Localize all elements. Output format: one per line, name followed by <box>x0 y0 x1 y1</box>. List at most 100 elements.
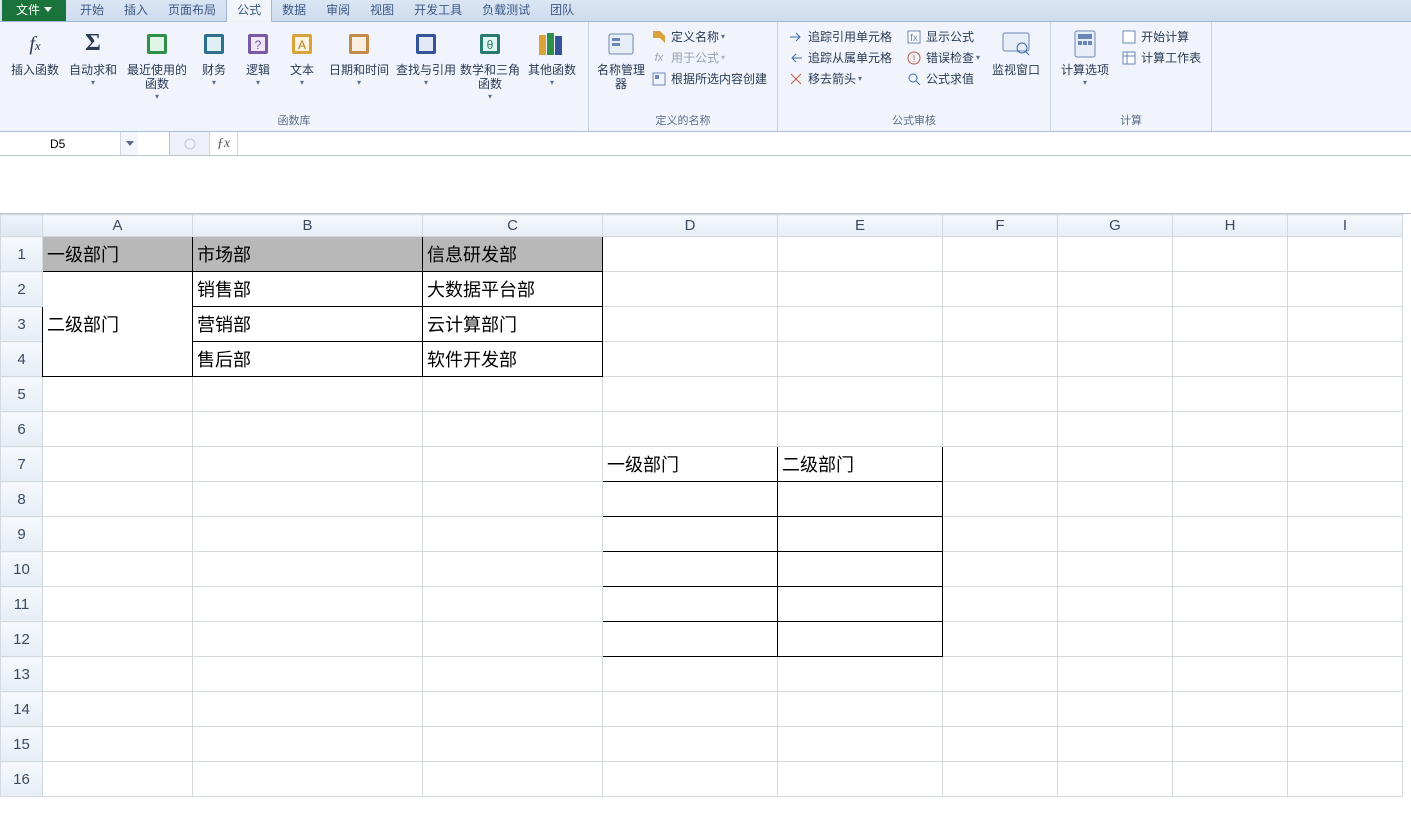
cell-F10[interactable] <box>943 552 1058 587</box>
file-tab[interactable]: 文件 <box>2 0 66 21</box>
cell-F12[interactable] <box>943 622 1058 657</box>
cell-F11[interactable] <box>943 587 1058 622</box>
cell-B2[interactable]: 销售部 <box>193 272 423 307</box>
cell-A13[interactable] <box>43 657 193 692</box>
cell-C5[interactable] <box>423 377 603 412</box>
cell-G12[interactable] <box>1058 622 1173 657</box>
cell-G16[interactable] <box>1058 762 1173 797</box>
cell-B7[interactable] <box>193 447 423 482</box>
col-header-D[interactable]: D <box>603 215 778 237</box>
datetime-button[interactable]: 日期和时间 ▾ <box>324 26 394 89</box>
cell-F6[interactable] <box>943 412 1058 447</box>
tab-pagelayout[interactable]: 页面布局 <box>158 0 226 21</box>
tab-data[interactable]: 数据 <box>272 0 316 21</box>
row-header-16[interactable]: 16 <box>1 762 43 797</box>
col-header-A[interactable]: A <box>43 215 193 237</box>
cell-D7[interactable]: 一级部门 <box>603 447 778 482</box>
name-box-dropdown[interactable] <box>120 132 138 155</box>
cell-H13[interactable] <box>1173 657 1288 692</box>
cell-G9[interactable] <box>1058 517 1173 552</box>
col-header-E[interactable]: E <box>778 215 943 237</box>
cell-F8[interactable] <box>943 482 1058 517</box>
cell-D1[interactable] <box>603 237 778 272</box>
cell-A9[interactable] <box>43 517 193 552</box>
cell-E13[interactable] <box>778 657 943 692</box>
cell-F2[interactable] <box>943 272 1058 307</box>
cell-I4[interactable] <box>1288 342 1403 377</box>
cell-C4[interactable]: 软件开发部 <box>423 342 603 377</box>
cell-H2[interactable] <box>1173 272 1288 307</box>
cell-B10[interactable] <box>193 552 423 587</box>
tab-insert[interactable]: 插入 <box>114 0 158 21</box>
cell-A5[interactable] <box>43 377 193 412</box>
cell-H4[interactable] <box>1173 342 1288 377</box>
cell-D5[interactable] <box>603 377 778 412</box>
col-header-G[interactable]: G <box>1058 215 1173 237</box>
cell-A15[interactable] <box>43 727 193 762</box>
cell-F4[interactable] <box>943 342 1058 377</box>
define-name-button[interactable]: 定义名称▾ <box>647 26 771 47</box>
row-header-5[interactable]: 5 <box>1 377 43 412</box>
cell-C1[interactable]: 信息研发部 <box>423 237 603 272</box>
cell-G14[interactable] <box>1058 692 1173 727</box>
cell-E10[interactable] <box>778 552 943 587</box>
calculate-now-button[interactable]: 开始计算 <box>1117 26 1205 47</box>
cell-I10[interactable] <box>1288 552 1403 587</box>
tab-team[interactable]: 团队 <box>540 0 584 21</box>
cell-B9[interactable] <box>193 517 423 552</box>
row-header-14[interactable]: 14 <box>1 692 43 727</box>
cell-C8[interactable] <box>423 482 603 517</box>
cell-G11[interactable] <box>1058 587 1173 622</box>
cell-E5[interactable] <box>778 377 943 412</box>
row-header-6[interactable]: 6 <box>1 412 43 447</box>
row-header-8[interactable]: 8 <box>1 482 43 517</box>
cell-F13[interactable] <box>943 657 1058 692</box>
cell-G1[interactable] <box>1058 237 1173 272</box>
cell-E8[interactable] <box>778 482 943 517</box>
cell-D12[interactable] <box>603 622 778 657</box>
cell-D13[interactable] <box>603 657 778 692</box>
cell-D2[interactable] <box>603 272 778 307</box>
cell-B5[interactable] <box>193 377 423 412</box>
cell-A10[interactable] <box>43 552 193 587</box>
cell-F3[interactable] <box>943 307 1058 342</box>
cell-A14[interactable] <box>43 692 193 727</box>
cell-F1[interactable] <box>943 237 1058 272</box>
name-manager-button[interactable]: 名称管理器 <box>595 26 647 94</box>
cell-E15[interactable] <box>778 727 943 762</box>
tab-loadtest[interactable]: 负载测试 <box>472 0 540 21</box>
cell-D11[interactable] <box>603 587 778 622</box>
remove-arrows-button[interactable]: 移去箭头▾ <box>784 68 896 89</box>
cell-A6[interactable] <box>43 412 193 447</box>
cell-H8[interactable] <box>1173 482 1288 517</box>
cell-E3[interactable] <box>778 307 943 342</box>
tab-review[interactable]: 审阅 <box>316 0 360 21</box>
fx-icon[interactable]: ƒx <box>210 132 238 155</box>
cell-H16[interactable] <box>1173 762 1288 797</box>
cell-G5[interactable] <box>1058 377 1173 412</box>
row-header-12[interactable]: 12 <box>1 622 43 657</box>
cell-C10[interactable] <box>423 552 603 587</box>
col-header-H[interactable]: H <box>1173 215 1288 237</box>
cell-I8[interactable] <box>1288 482 1403 517</box>
cell-G13[interactable] <box>1058 657 1173 692</box>
row-header-9[interactable]: 9 <box>1 517 43 552</box>
cell-G3[interactable] <box>1058 307 1173 342</box>
cell-I1[interactable] <box>1288 237 1403 272</box>
cell-C15[interactable] <box>423 727 603 762</box>
cell-D4[interactable] <box>603 342 778 377</box>
cell-F5[interactable] <box>943 377 1058 412</box>
cell-C12[interactable] <box>423 622 603 657</box>
cell-B15[interactable] <box>193 727 423 762</box>
cell-G10[interactable] <box>1058 552 1173 587</box>
col-header-B[interactable]: B <box>193 215 423 237</box>
cell-C11[interactable] <box>423 587 603 622</box>
evaluate-formula-button[interactable]: 公式求值 <box>902 68 984 89</box>
watch-window-button[interactable]: 监视窗口 <box>988 26 1044 80</box>
trace-dependents-button[interactable]: 追踪从属单元格 <box>784 47 896 68</box>
tab-formulas[interactable]: 公式 <box>226 0 272 22</box>
cell-E11[interactable] <box>778 587 943 622</box>
cell-E1[interactable] <box>778 237 943 272</box>
cell-F16[interactable] <box>943 762 1058 797</box>
cell-D10[interactable] <box>603 552 778 587</box>
